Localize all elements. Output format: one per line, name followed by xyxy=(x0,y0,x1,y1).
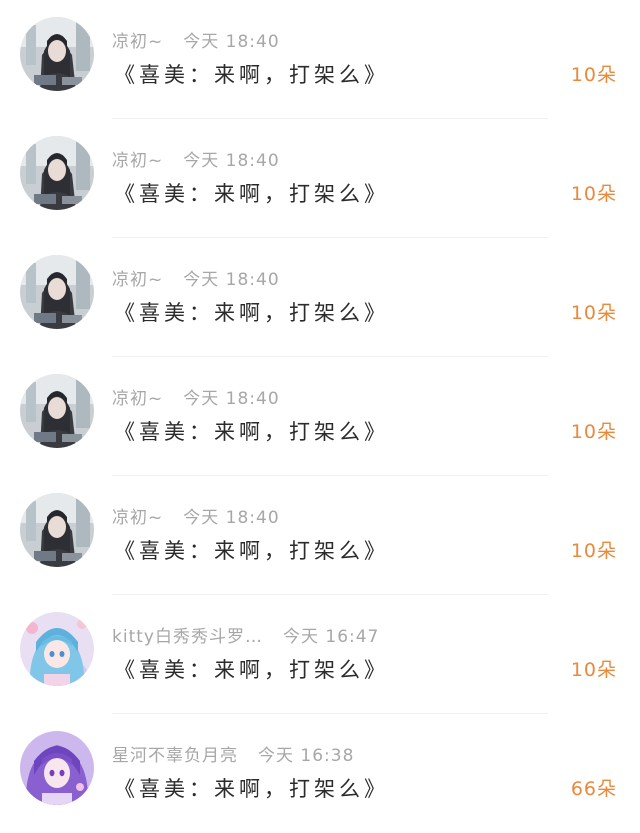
sender-name[interactable]: 凉初~ xyxy=(112,384,163,409)
item-meta: 凉初~ 今天 18:40 xyxy=(112,264,280,290)
gift-title: 《喜美：来啊，打架么》 xyxy=(114,420,389,444)
send-time: 今天 18:40 xyxy=(183,269,280,290)
anime-girl-dark-avatar-icon xyxy=(20,255,94,329)
flower-count: 10朵 xyxy=(570,64,617,86)
anime-girl-dark-avatar-icon xyxy=(20,374,94,448)
anime-girl-purple-hair-avatar-icon xyxy=(20,731,94,805)
sender-name[interactable]: 凉初~ xyxy=(112,265,163,290)
avatar[interactable] xyxy=(20,136,94,210)
avatar[interactable] xyxy=(20,17,94,91)
sender-name[interactable]: 凉初~ xyxy=(112,27,163,52)
gift-title: 《喜美：来啊，打架么》 xyxy=(114,63,389,87)
avatar[interactable] xyxy=(20,374,94,448)
sender-name[interactable]: 星河不辜负月亮 xyxy=(112,741,238,766)
avatar[interactable] xyxy=(20,255,94,329)
flower-count: 10朵 xyxy=(570,659,617,681)
send-time: 今天 16:47 xyxy=(282,626,380,647)
sender-name[interactable]: kitty白秀秀斗罗… xyxy=(112,622,263,647)
list-item[interactable]: 凉初~ 今天 18:40 《喜美：来啊，打架么》 10朵 xyxy=(0,0,640,119)
item-meta: 凉初~ 今天 18:40 xyxy=(112,26,280,52)
sender-name[interactable]: 凉初~ xyxy=(112,503,163,528)
avatar[interactable] xyxy=(20,493,94,567)
flower-count: 66朵 xyxy=(570,778,617,800)
send-time: 今天 18:40 xyxy=(183,388,280,409)
avatar[interactable] xyxy=(20,731,94,805)
gift-title: 《喜美：来啊，打架么》 xyxy=(114,777,389,801)
list-item[interactable]: 凉初~ 今天 18:40 《喜美：来啊，打架么》 10朵 xyxy=(0,238,640,357)
send-time: 今天 18:40 xyxy=(183,507,280,528)
list-item[interactable]: 凉初~ 今天 18:40 《喜美：来啊，打架么》 10朵 xyxy=(0,476,640,595)
item-meta: 凉初~ 今天 18:40 xyxy=(112,145,280,171)
sender-name[interactable]: 凉初~ xyxy=(112,146,163,171)
item-meta: 星河不辜负月亮 今天 16:38 xyxy=(112,740,354,766)
list-item[interactable]: 星河不辜负月亮 今天 16:38 《喜美：来啊，打架么》 66朵 xyxy=(0,714,640,833)
send-time: 今天 18:40 xyxy=(183,150,280,171)
gift-record-list: 凉初~ 今天 18:40 《喜美：来啊，打架么》 10朵 凉初~ 今天 18:4… xyxy=(0,0,640,830)
flower-count: 10朵 xyxy=(570,302,617,324)
anime-girl-dark-avatar-icon xyxy=(20,493,94,567)
item-meta: kitty白秀秀斗罗… 今天 16:47 xyxy=(112,621,379,647)
avatar[interactable] xyxy=(20,612,94,686)
flower-count: 10朵 xyxy=(570,421,617,443)
gift-title: 《喜美：来啊，打架么》 xyxy=(114,182,389,206)
anime-girl-blue-hair-avatar-icon xyxy=(20,612,94,686)
send-time: 今天 16:38 xyxy=(258,745,355,766)
list-item[interactable]: kitty白秀秀斗罗… 今天 16:47 《喜美：来啊，打架么》 10朵 xyxy=(0,595,640,714)
gift-title: 《喜美：来啊，打架么》 xyxy=(114,658,389,682)
item-meta: 凉初~ 今天 18:40 xyxy=(112,502,280,528)
send-time: 今天 18:40 xyxy=(183,31,280,52)
gift-title: 《喜美：来啊，打架么》 xyxy=(114,301,389,325)
anime-girl-dark-avatar-icon xyxy=(20,17,94,91)
list-item[interactable]: 凉初~ 今天 18:40 《喜美：来啊，打架么》 10朵 xyxy=(0,357,640,476)
flower-count: 10朵 xyxy=(570,540,617,562)
list-item[interactable]: 凉初~ 今天 18:40 《喜美：来啊，打架么》 10朵 xyxy=(0,119,640,238)
flower-count: 10朵 xyxy=(570,183,617,205)
anime-girl-dark-avatar-icon xyxy=(20,136,94,210)
gift-title: 《喜美：来啊，打架么》 xyxy=(114,539,389,563)
item-meta: 凉初~ 今天 18:40 xyxy=(112,383,280,409)
